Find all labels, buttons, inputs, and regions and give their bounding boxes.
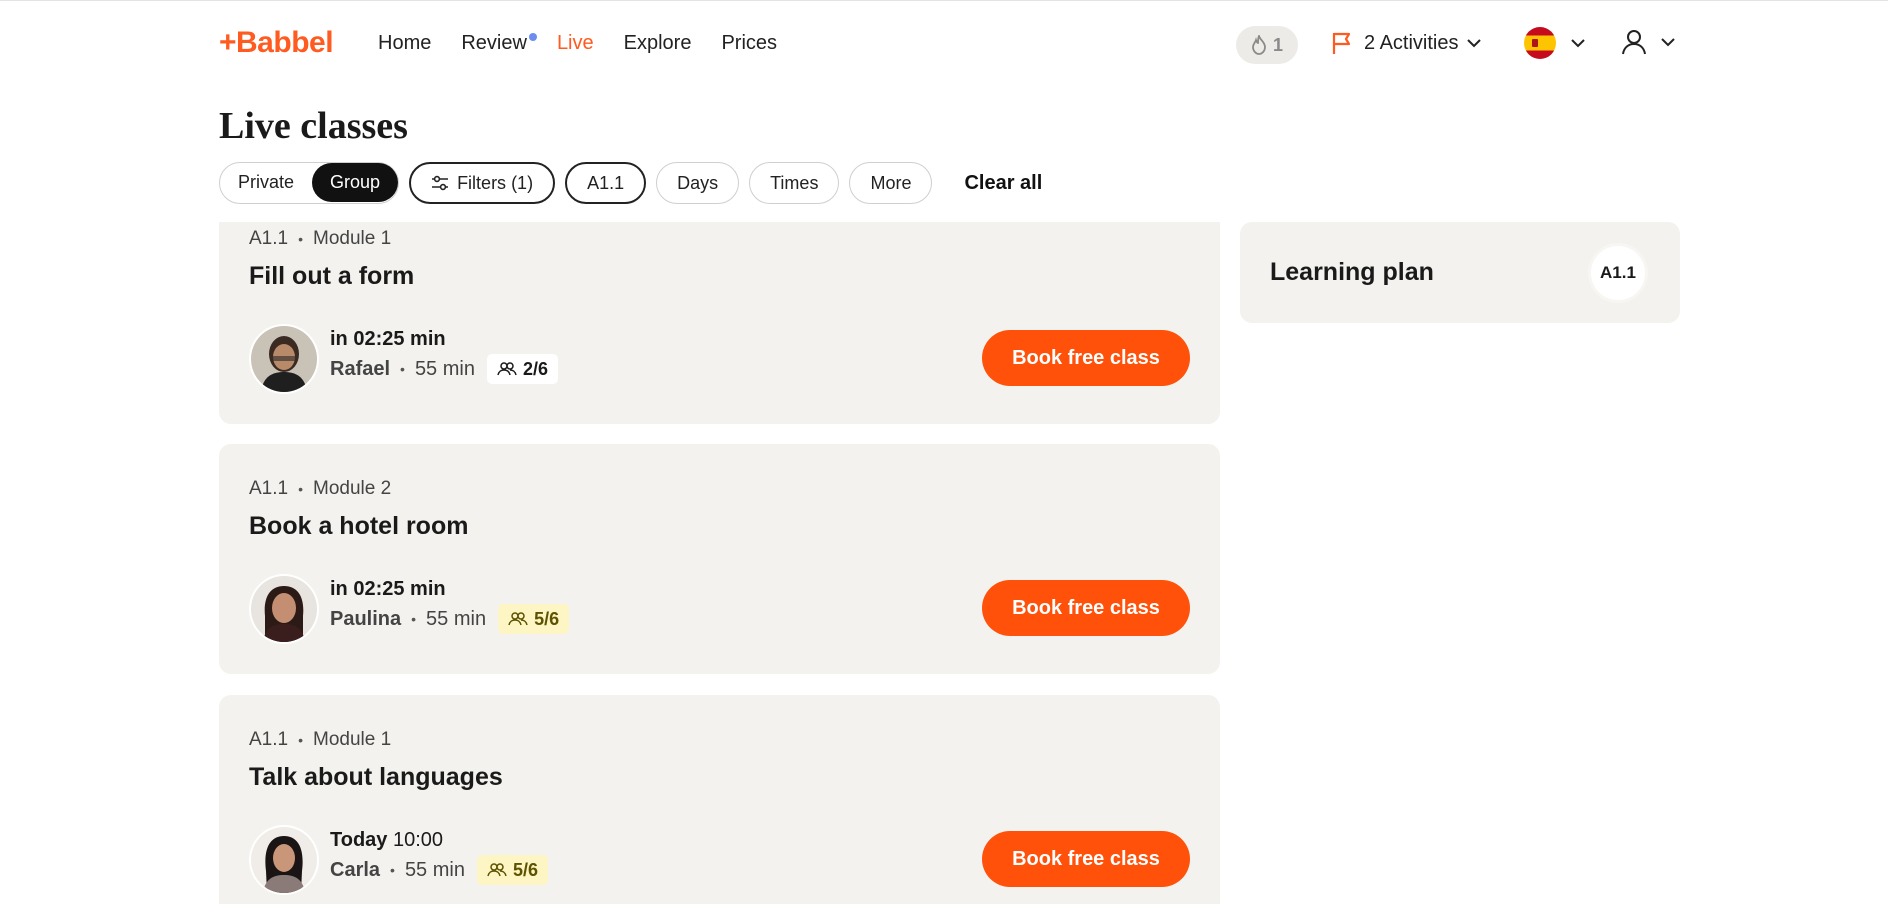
class-start-time: Today 10:00	[330, 829, 443, 852]
teacher-row: Rafael • 55 min 2/6	[330, 354, 558, 384]
class-meta: A1.1 • Module 2	[249, 478, 391, 500]
people-icon	[487, 863, 507, 877]
class-module: Module 2	[313, 478, 392, 499]
streak-counter[interactable]: 1	[1236, 26, 1298, 64]
seats-count: 5/6	[512, 859, 538, 880]
teacher-photo-icon	[251, 326, 317, 392]
people-icon	[497, 362, 517, 376]
nav-link-live[interactable]: Live	[557, 32, 594, 55]
chevron-down-icon	[1467, 39, 1482, 48]
more-filter-chip[interactable]: More	[849, 162, 933, 204]
book-free-class-button[interactable]: Book free class	[982, 580, 1190, 636]
sliders-icon	[432, 175, 449, 191]
class-title: Book a hotel room	[249, 512, 469, 540]
page-title: Live classes	[219, 105, 408, 147]
start-time-bold: in 02:25 min	[330, 578, 446, 600]
user-menu[interactable]	[1620, 28, 1676, 56]
meta-separator: •	[298, 732, 303, 748]
nav-link-review-label: Review	[461, 32, 527, 54]
user-icon	[1622, 30, 1646, 55]
learning-plan-title: Learning plan	[1270, 258, 1434, 286]
teacher-row: Paulina • 55 min 5/6	[330, 604, 570, 634]
babbel-logo[interactable]: +Babbel	[219, 26, 334, 60]
meta-separator: •	[411, 611, 417, 627]
teacher-row: Carla • 55 min 5/6	[330, 855, 548, 885]
notification-dot	[528, 33, 537, 41]
class-list: A1.1 • Module 1 Fill out a form in 02:25 m…	[219, 222, 1220, 904]
class-module: Module 1	[313, 729, 392, 750]
activities-dropdown[interactable]: 2 Activities	[1330, 30, 1482, 56]
toggle-private[interactable]: Private	[220, 163, 312, 202]
class-duration: 55 min	[404, 858, 465, 881]
people-icon	[508, 612, 528, 626]
class-duration: 55 min	[414, 357, 475, 380]
start-time-rest: 10:00	[392, 829, 444, 851]
clear-all-button[interactable]: Clear all	[964, 172, 1042, 195]
class-card[interactable]: A1.1 • Module 1 Talk about languages Today…	[219, 695, 1220, 904]
meta-separator: •	[298, 481, 303, 497]
nav-links: Home Review Live Explore Prices	[378, 32, 777, 55]
seats-badge: 5/6	[498, 604, 570, 634]
level-badge: A1.1	[1588, 243, 1648, 303]
class-start-time: in 02:25 min	[330, 328, 446, 351]
start-time-bold: Today	[330, 829, 388, 851]
level-filter-chip[interactable]: A1.1	[565, 162, 647, 204]
start-time-bold: in 02:25 min	[330, 328, 446, 350]
nav-link-prices[interactable]: Prices	[721, 32, 777, 55]
class-card[interactable]: A1.1 • Module 1 Fill out a form in 02:25 m…	[219, 222, 1220, 424]
days-filter-chip[interactable]: Days	[656, 162, 740, 204]
class-duration: 55 min	[426, 607, 487, 630]
teacher-name: Carla	[330, 858, 381, 881]
nav-link-review[interactable]: Review	[461, 32, 537, 55]
meta-separator: •	[400, 361, 405, 377]
seats-badge: 5/6	[476, 855, 548, 885]
teacher-photo-icon	[251, 827, 317, 893]
nav-link-home[interactable]: Home	[378, 32, 431, 55]
class-level: A1.1	[249, 478, 289, 499]
class-type-toggle: Private Group	[219, 162, 400, 204]
class-module: Module 1	[313, 228, 392, 249]
filters-label: Filters (1)	[457, 172, 534, 193]
filters-button[interactable]: Filters (1)	[409, 162, 556, 204]
toggle-group[interactable]: Group	[312, 163, 399, 202]
class-level: A1.1	[249, 729, 289, 750]
teacher-name: Paulina	[330, 607, 402, 630]
seats-count: 2/6	[522, 358, 548, 379]
meta-separator: •	[390, 862, 395, 878]
class-title: Talk about languages	[249, 763, 503, 791]
seats-badge: 2/6	[486, 354, 558, 384]
teacher-avatar	[249, 825, 319, 895]
class-meta: A1.1 • Module 1	[249, 729, 391, 751]
chevron-down-icon	[1661, 38, 1675, 47]
chevron-down-icon	[1571, 39, 1585, 48]
language-selector[interactable]	[1524, 27, 1586, 59]
class-start-time: in 02:25 min	[330, 578, 446, 601]
class-card[interactable]: A1.1 • Module 2 Book a hotel room in 02:25…	[219, 444, 1220, 674]
teacher-photo-icon	[251, 576, 317, 642]
top-navigation: +Babbel Home Review Live Explore Prices …	[0, 0, 1888, 90]
teacher-avatar	[249, 574, 319, 644]
class-level: A1.1	[249, 228, 289, 249]
teacher-name: Rafael	[330, 357, 391, 380]
meta-separator: •	[298, 231, 303, 247]
learning-plan-panel[interactable]: Learning plan A1.1	[1240, 222, 1680, 323]
book-free-class-button[interactable]: Book free class	[982, 831, 1190, 887]
spain-flag-icon	[1524, 27, 1556, 59]
activities-label: 2 Activities	[1364, 31, 1459, 54]
class-meta: A1.1 • Module 1	[249, 228, 391, 250]
flag-icon	[1332, 32, 1351, 54]
seats-count: 5/6	[534, 608, 560, 629]
teacher-avatar	[249, 324, 319, 394]
filter-bar: Private Group Filters (1) A1.1 Days Time…	[219, 162, 1042, 204]
nav-link-explore[interactable]: Explore	[624, 32, 692, 55]
class-title: Fill out a form	[249, 262, 415, 290]
flame-icon	[1252, 35, 1266, 55]
streak-count: 1	[1272, 34, 1283, 55]
book-free-class-button[interactable]: Book free class	[982, 330, 1190, 386]
times-filter-chip[interactable]: Times	[749, 162, 840, 204]
